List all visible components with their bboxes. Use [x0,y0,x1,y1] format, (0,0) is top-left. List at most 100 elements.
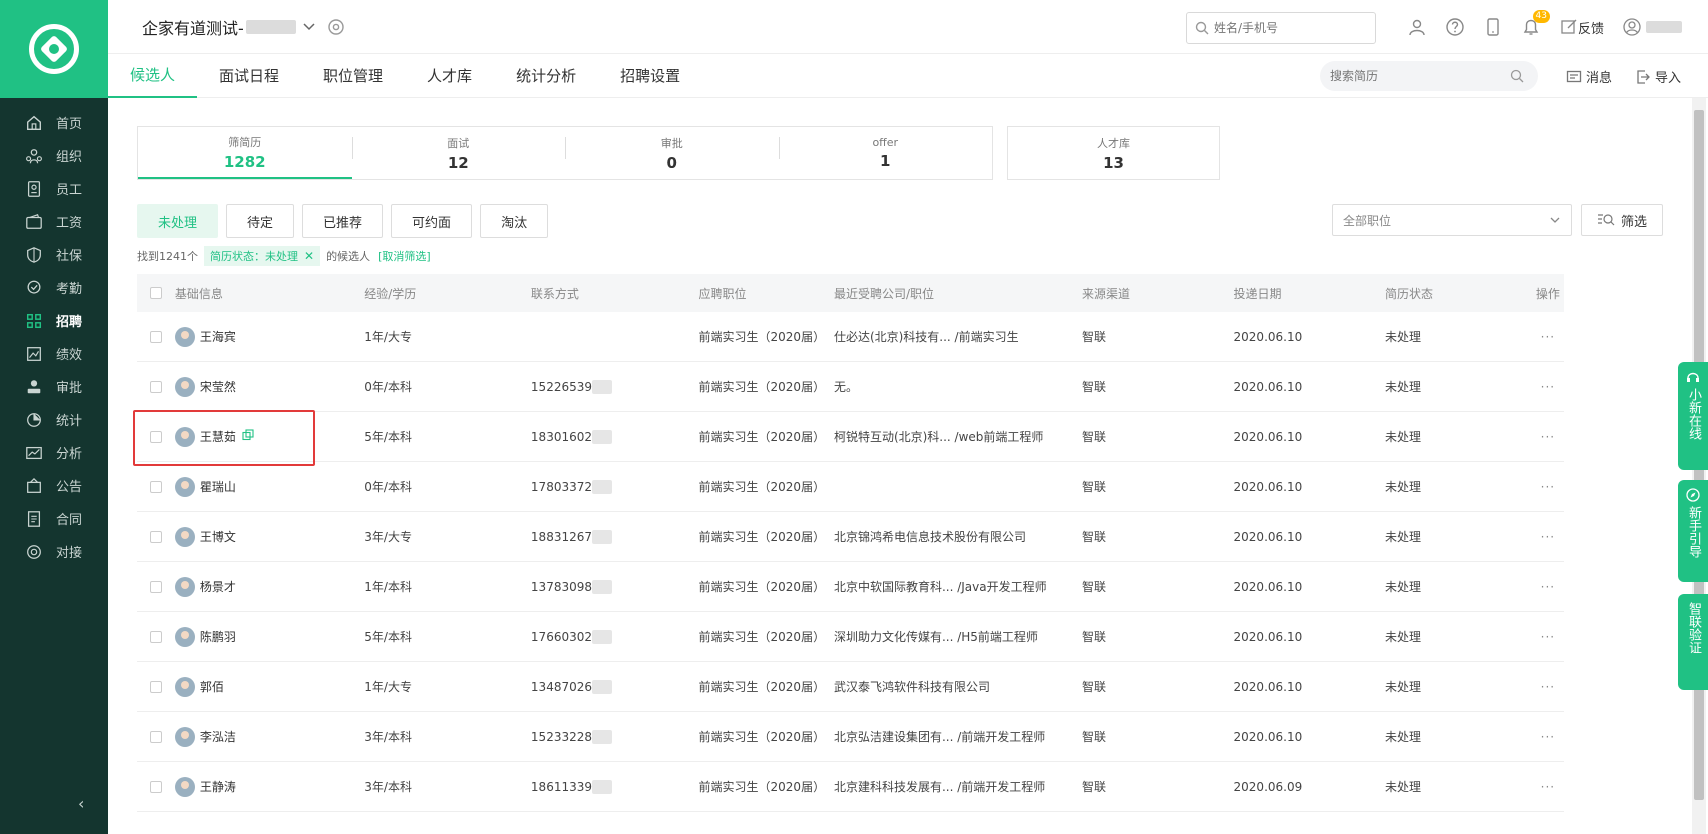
table-row[interactable]: 王静涛 3年/本科 18611339 前端实习生（2020届） 北京建科科技发展有...… [137,762,1564,812]
feedback-button[interactable]: 反馈 [1560,18,1604,37]
more-actions-button[interactable]: ··· [1532,780,1564,794]
tab-5[interactable]: 招聘设置 [598,54,702,98]
more-actions-button[interactable]: ··· [1532,430,1564,444]
sidebar-item-2[interactable]: 员工 [0,172,108,205]
sidebar-item-4[interactable]: 社保 [0,238,108,271]
recruit-icon [24,311,44,331]
sidebar-item-11[interactable]: 公告 [0,469,108,502]
gear-icon[interactable] [326,17,346,37]
more-actions-button[interactable]: ··· [1532,330,1564,344]
table-row[interactable]: 杨景才 1年/本科 13783098 前端实习生（2020届） 北京中软国际教育科...… [137,562,1564,612]
filter-button-3[interactable]: 可约面 [391,204,473,238]
sidebar-item-10[interactable]: 分析 [0,436,108,469]
row-checkbox[interactable] [149,430,162,443]
more-actions-button[interactable]: ··· [1532,730,1564,744]
candidate-name[interactable]: 李泓洁 [200,728,236,745]
table-row[interactable]: 宋莹然 0年/本科 15226539 前端实习生（2020届） 无。 智联 2020.06.… [137,362,1564,412]
copy-icon[interactable] [242,429,254,444]
sidebar-item-6[interactable]: 招聘 [0,304,108,337]
row-checkbox[interactable] [149,330,162,343]
global-search[interactable] [1186,12,1376,44]
app-logo [29,24,79,74]
tab-1[interactable]: 面试日程 [197,54,301,98]
table-row[interactable]: 王海宾 1年/大专 前端实习生（2020届） 仕必达(北京)科技有... /前端实习生… [137,312,1564,362]
cancel-filter-link[interactable]: [取消筛选] [378,248,431,264]
table-row[interactable]: 王博文 3年/大专 18831267 前端实习生（2020届） 北京锦鸿希电信息技术股份… [137,512,1564,562]
screen-button[interactable]: 筛选 [1581,204,1663,236]
stat-card-1[interactable]: 面试 12 [351,127,566,179]
sidebar-item-7[interactable]: 绩效 [0,337,108,370]
logo-area[interactable] [0,0,108,98]
row-checkbox[interactable] [149,580,162,593]
more-actions-button[interactable]: ··· [1532,380,1564,394]
more-actions-button[interactable]: ··· [1532,580,1564,594]
bell-icon[interactable]: 43 [1518,10,1550,40]
more-actions-button[interactable]: ··· [1532,680,1564,694]
tab-3[interactable]: 人才库 [405,54,494,98]
candidate-name[interactable]: 王海宾 [200,328,236,345]
tab-2[interactable]: 职位管理 [301,54,405,98]
row-checkbox[interactable] [149,680,162,693]
candidate-name[interactable]: 杨景才 [200,578,236,595]
stat-card-3[interactable]: offer 1 [778,127,993,179]
row-checkbox[interactable] [149,780,162,793]
table-row[interactable]: 瞿瑞山 0年/本科 17803372 前端实习生（2020届） 智联 2020.06.10… [137,462,1564,512]
sidebar-item-9[interactable]: 统计 [0,403,108,436]
sidebar-item-13[interactable]: 对接 [0,535,108,568]
global-search-input[interactable] [1214,21,1364,35]
sidebar-item-3[interactable]: 工资 [0,205,108,238]
company-switcher[interactable]: 企家有道测试- [142,15,346,39]
more-actions-button[interactable]: ··· [1532,530,1564,544]
table-row[interactable]: 郭佰 1年/大专 13487026 前端实习生（2020届） 武汉泰飞鸿软件科技有限公司… [137,662,1564,712]
candidate-name[interactable]: 王静涛 [200,778,236,795]
stat-card-2[interactable]: 审批 0 [565,127,779,179]
table-row[interactable]: 李泓洁 3年/本科 15233228 前端实习生（2020届） 北京弘洁建设集团有...… [137,712,1564,762]
row-checkbox[interactable] [149,630,162,643]
more-actions-button[interactable]: ··· [1532,630,1564,644]
online-service-button[interactable]: 小新在线 [1678,362,1708,470]
table-row[interactable]: 王慧茹 5年/本科 18301602 前端实习生（2020届） 柯锐特互动(北京)科..… [137,412,1564,462]
resume-search-input[interactable] [1330,69,1510,83]
tab-0[interactable]: 候选人 [108,54,198,98]
stat-card-0[interactable]: 筛简历 1282 [138,127,352,179]
candidate-name[interactable]: 王博文 [200,528,236,545]
collapse-sidebar-icon[interactable]: ‹ [78,794,94,813]
row-checkbox[interactable] [149,380,162,393]
tab-4[interactable]: 统计分析 [494,54,598,98]
sidebar-item-5[interactable]: 考勤 [0,271,108,304]
guide-button[interactable]: 新手引导 [1678,480,1708,582]
select-all-checkbox[interactable] [149,287,162,299]
resume-search[interactable] [1320,61,1538,91]
help-icon[interactable] [1442,14,1468,40]
close-icon[interactable]: ✕ [304,249,314,263]
candidate-name[interactable]: 王慧茹 [200,428,236,445]
phone-redacted [592,379,612,394]
row-checkbox[interactable] [149,730,162,743]
messages-button[interactable]: 消息 [1566,67,1612,86]
candidate-name[interactable]: 宋莹然 [200,378,236,395]
experience-cell: 3年/大专 [364,530,412,544]
candidate-name[interactable]: 郭佰 [200,678,224,695]
mobile-icon[interactable] [1480,14,1506,40]
avatar [174,626,195,647]
sidebar-item-0[interactable]: 首页 [0,106,108,139]
filter-button-0[interactable]: 未处理 [137,204,219,238]
import-button[interactable]: 导入 [1635,67,1681,86]
user-menu[interactable] [1622,17,1683,37]
filter-button-4[interactable]: 淘汰 [480,204,549,238]
table-row[interactable]: 陈鹏羽 5年/本科 17660302 前端实习生（2020届） 深圳助力文化传媒有...… [137,612,1564,662]
position-select[interactable]: 全部职位 [1332,204,1572,236]
sidebar-item-8[interactable]: 审批 [0,370,108,403]
sidebar-item-1[interactable]: 组织 [0,139,108,172]
candidate-name[interactable]: 瞿瑞山 [200,478,236,495]
more-actions-button[interactable]: ··· [1532,480,1564,494]
row-checkbox[interactable] [149,530,162,543]
candidate-name[interactable]: 陈鹏羽 [200,628,236,645]
contacts-icon[interactable] [1404,14,1430,40]
sidebar-item-12[interactable]: 合同 [0,502,108,535]
filter-button-1[interactable]: 待定 [226,204,295,238]
talent-pool-card[interactable]: 人才库 13 [1007,126,1220,180]
zhilian-verify-button[interactable]: 智联验证 [1678,594,1708,690]
row-checkbox[interactable] [149,480,162,493]
filter-button-2[interactable]: 已推荐 [302,204,384,238]
